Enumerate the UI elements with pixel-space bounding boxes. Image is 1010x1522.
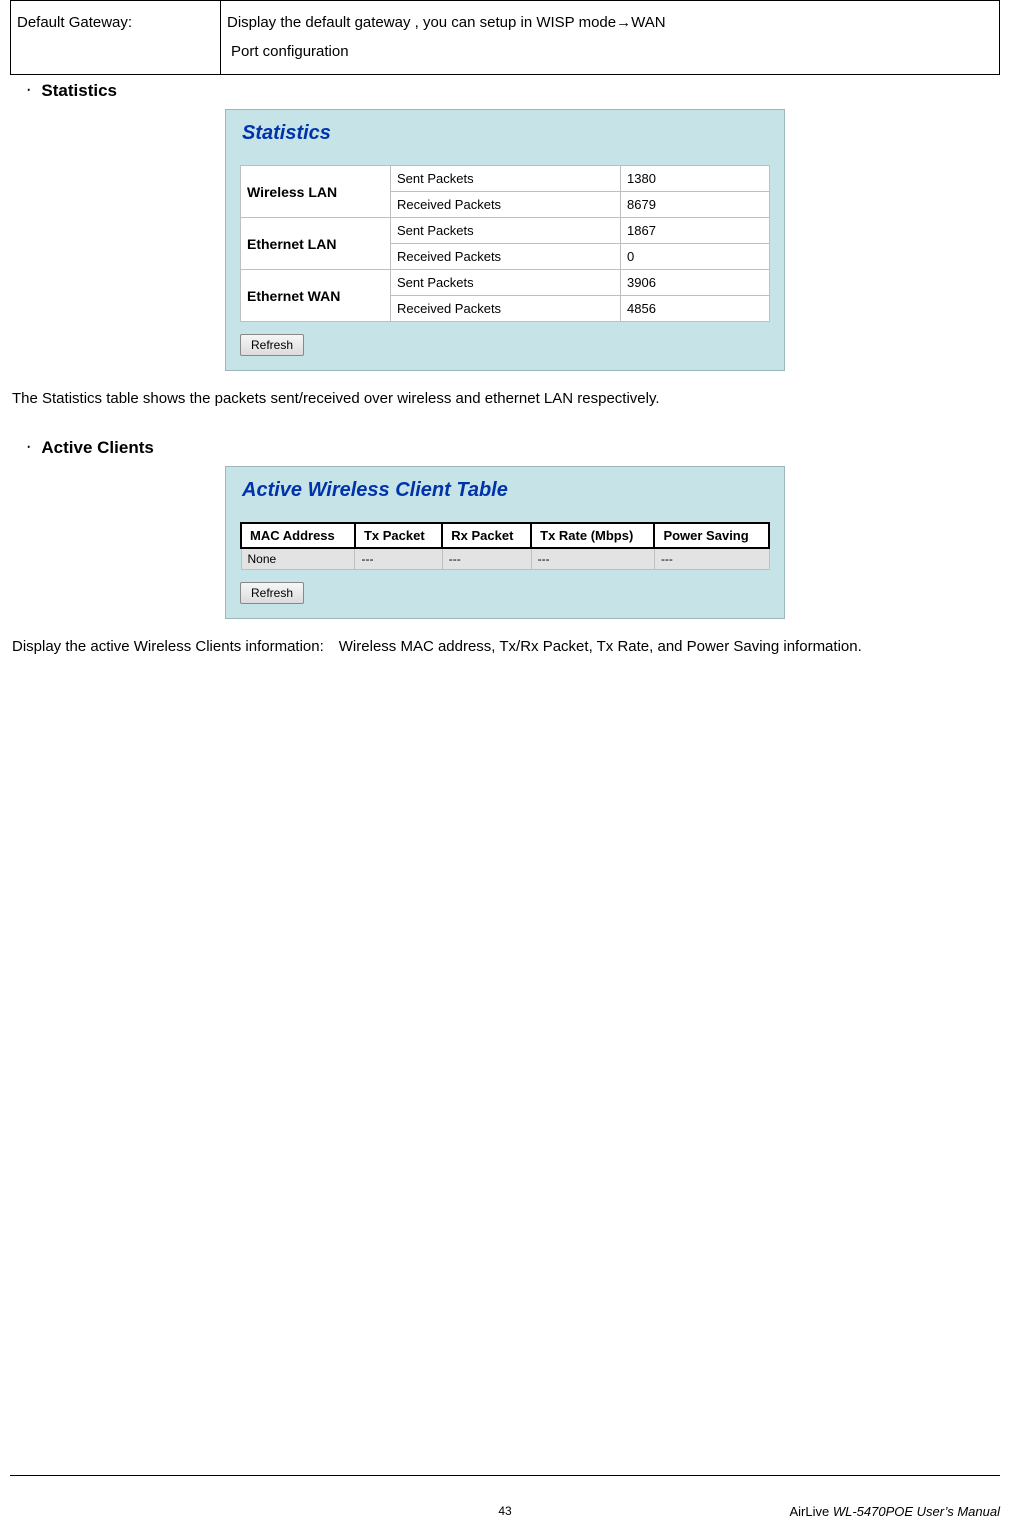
- cell-rx-packet: ---: [442, 548, 531, 570]
- active-clients-table: MAC Address Tx Packet Rx Packet Tx Rate …: [240, 522, 770, 570]
- active-clients-panel-title: Active Wireless Client Table: [242, 479, 770, 502]
- bullet-icon: ‧: [26, 81, 31, 100]
- metric-cell: Sent Packets: [391, 218, 621, 244]
- table-row: Wireless LAN Sent Packets 1380: [241, 166, 770, 192]
- table-header-row: MAC Address Tx Packet Rx Packet Tx Rate …: [241, 523, 769, 548]
- refresh-button[interactable]: Refresh: [240, 334, 304, 356]
- col-rx-packet: Rx Packet: [442, 523, 531, 548]
- manual-model: WL-5470POE User’s Manual: [833, 1504, 1000, 1519]
- footer-divider: [10, 1475, 1000, 1476]
- statistics-panel: Statistics Wireless LAN Sent Packets 138…: [225, 109, 785, 371]
- value-cell: 1380: [621, 166, 770, 192]
- statistics-description: The Statistics table shows the packets s…: [12, 385, 998, 414]
- active-clients-panel: Active Wireless Client Table MAC Address…: [225, 466, 785, 619]
- default-gateway-desc: Display the default gateway , you can se…: [221, 1, 1000, 75]
- cell-tx-rate: ---: [531, 548, 654, 570]
- statistics-table: Wireless LAN Sent Packets 1380 Received …: [240, 165, 770, 322]
- refresh-button[interactable]: Refresh: [240, 582, 304, 604]
- statistics-heading-text: Statistics: [41, 81, 117, 100]
- default-gateway-table: Default Gateway: Display the default gat…: [10, 0, 1000, 75]
- default-gateway-desc-line2: Port configuration: [227, 43, 349, 60]
- col-tx-rate: Tx Rate (Mbps): [531, 523, 654, 548]
- cell-tx-packet: ---: [355, 548, 442, 570]
- statistics-panel-title: Statistics: [242, 122, 770, 145]
- manual-prefix: AirLive: [789, 1504, 832, 1519]
- iface-cell: Ethernet LAN: [241, 218, 391, 270]
- col-power-saving: Power Saving: [654, 523, 769, 548]
- cell-power-saving: ---: [654, 548, 769, 570]
- manual-title: AirLive WL-5470POE User’s Manual: [789, 1504, 1000, 1519]
- active-clients-description: Display the active Wireless Clients info…: [12, 633, 998, 662]
- active-clients-heading-text: Active Clients: [41, 438, 153, 457]
- value-cell: 1867: [621, 218, 770, 244]
- default-gateway-label: Default Gateway:: [11, 1, 221, 75]
- iface-cell: Wireless LAN: [241, 166, 391, 218]
- col-tx-packet: Tx Packet: [355, 523, 442, 548]
- metric-cell: Sent Packets: [391, 166, 621, 192]
- active-clients-heading: ‧ Active Clients: [26, 438, 1000, 458]
- iface-cell: Ethernet WAN: [241, 270, 391, 322]
- value-cell: 4856: [621, 296, 770, 322]
- cell-mac: None: [241, 548, 355, 570]
- value-cell: 8679: [621, 192, 770, 218]
- metric-cell: Received Packets: [391, 192, 621, 218]
- metric-cell: Received Packets: [391, 296, 621, 322]
- bullet-icon: ‧: [26, 438, 31, 457]
- table-row: None --- --- --- ---: [241, 548, 769, 570]
- metric-cell: Received Packets: [391, 244, 621, 270]
- table-row: Ethernet LAN Sent Packets 1867: [241, 218, 770, 244]
- value-cell: 0: [621, 244, 770, 270]
- statistics-heading: ‧ Statistics: [26, 81, 1000, 101]
- value-cell: 3906: [621, 270, 770, 296]
- default-gateway-desc-line1: Display the default gateway , you can se…: [227, 14, 666, 31]
- col-mac: MAC Address: [241, 523, 355, 548]
- metric-cell: Sent Packets: [391, 270, 621, 296]
- table-row: Ethernet WAN Sent Packets 3906: [241, 270, 770, 296]
